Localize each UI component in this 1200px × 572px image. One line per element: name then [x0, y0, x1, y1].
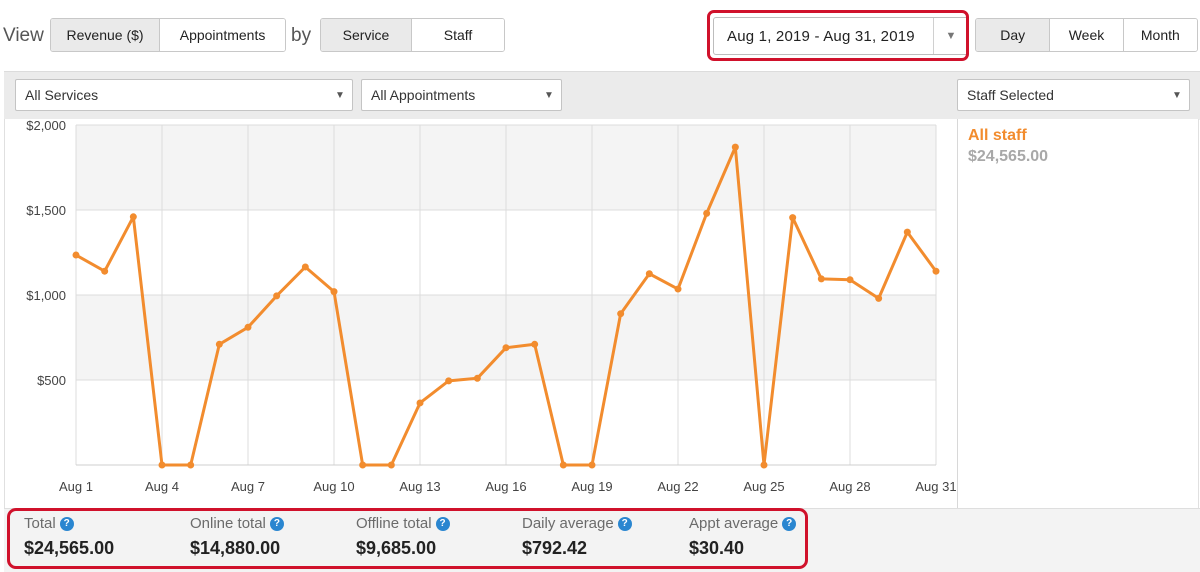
y-tick-label: $1,500 [26, 203, 66, 218]
data-point [932, 267, 940, 275]
data-point [502, 344, 510, 352]
dropdown-arrow-icon: ▼ [544, 89, 554, 101]
data-point [903, 228, 911, 236]
x-tick-label: Aug 4 [145, 479, 179, 494]
data-point [129, 213, 137, 221]
data-point [244, 323, 252, 331]
services-filter-select[interactable]: All Services ▼ [15, 79, 353, 111]
data-point [215, 340, 223, 348]
data-point [72, 251, 80, 259]
appointments-filter-select[interactable]: All Appointments ▼ [361, 79, 562, 111]
month-button[interactable]: Month [1123, 19, 1197, 51]
staff-filter-select[interactable]: Staff Selected ▼ [957, 79, 1190, 111]
metric-toggle: Revenue ($) Appointments [50, 18, 286, 52]
y-tick-label: $500 [37, 373, 66, 388]
data-point [674, 285, 682, 293]
data-point [387, 461, 395, 469]
data-point [789, 214, 797, 222]
data-point [330, 288, 338, 296]
line-chart-svg: $500 $1,000 $1,500 $2,000 Aug 1 Aug 4 Aug 7 Aug… [26, 119, 956, 494]
service-button[interactable]: Service [321, 19, 413, 51]
group-toggle: Service Staff [320, 18, 505, 52]
data-point [617, 310, 625, 318]
x-tick-label: Aug 7 [231, 479, 265, 494]
period-toggle: Day Week Month [975, 18, 1198, 52]
y-tick-label: $2,000 [26, 119, 66, 133]
data-point [416, 399, 424, 407]
data-point [187, 461, 195, 469]
x-tick-label: Aug 19 [571, 479, 612, 494]
x-tick-label: Aug 1 [59, 479, 93, 494]
top-toolbar: View Revenue ($) Appointments by Service… [0, 0, 1200, 72]
data-point [273, 292, 281, 300]
data-point [875, 294, 883, 302]
x-tick-label: Aug 28 [829, 479, 870, 494]
x-tick-label: Aug 22 [657, 479, 698, 494]
data-point [731, 143, 739, 151]
by-label: by [291, 25, 312, 46]
dropdown-arrow-icon: ▼ [335, 89, 345, 101]
legend-series-name[interactable]: All staff [968, 127, 1027, 145]
x-tick-label: Aug 25 [743, 479, 784, 494]
staff-button[interactable]: Staff [412, 19, 504, 51]
appointments-button[interactable]: Appointments [160, 19, 285, 51]
data-point [588, 461, 596, 469]
data-point [817, 275, 825, 283]
view-label: View [3, 25, 44, 46]
data-point [531, 340, 539, 348]
day-button[interactable]: Day [976, 19, 1051, 51]
data-point [158, 461, 166, 469]
data-point [760, 461, 768, 469]
legend-panel: All staff $24,565.00 [957, 119, 1199, 508]
revenue-button[interactable]: Revenue ($) [51, 19, 161, 51]
appointments-filter-value: All Appointments [371, 87, 476, 103]
filter-bar: All Services ▼ All Appointments ▼ Staff … [4, 71, 1200, 120]
date-range-highlight [707, 10, 969, 61]
data-point [559, 461, 567, 469]
data-point [359, 461, 367, 469]
y-tick-label: $1,000 [26, 288, 66, 303]
data-point [101, 267, 109, 275]
data-point [473, 374, 481, 382]
data-point [645, 270, 653, 278]
data-point [445, 377, 453, 385]
staff-filter-value: Staff Selected [967, 87, 1054, 103]
dropdown-arrow-icon: ▼ [1172, 89, 1182, 101]
revenue-chart: $500 $1,000 $1,500 $2,000 Aug 1 Aug 4 Aug 7 Aug… [4, 119, 960, 508]
x-tick-label: Aug 31 [915, 479, 956, 494]
totals-highlight [7, 508, 808, 569]
x-tick-label: Aug 13 [399, 479, 440, 494]
data-point [703, 209, 711, 217]
x-tick-label: Aug 16 [485, 479, 526, 494]
services-filter-value: All Services [25, 87, 99, 103]
data-point [301, 263, 309, 271]
data-point [846, 276, 854, 284]
x-tick-label: Aug 10 [313, 479, 354, 494]
legend-series-total: $24,565.00 [968, 148, 1049, 165]
week-button[interactable]: Week [1050, 19, 1124, 51]
